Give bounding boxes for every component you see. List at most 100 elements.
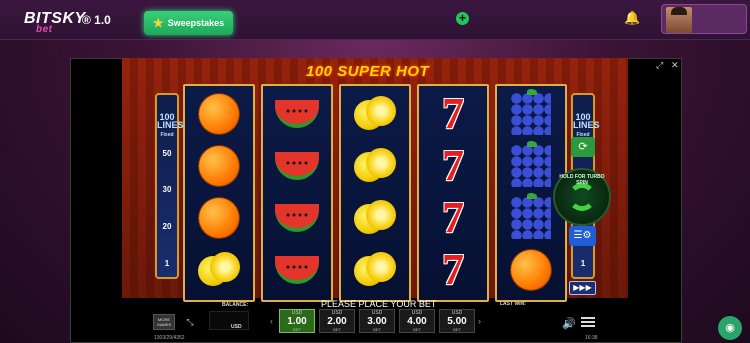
orange-icon (199, 198, 239, 238)
melon-icon (275, 152, 319, 180)
left-line-number: 30 (162, 185, 172, 194)
left-lines-sub: Fixed (160, 132, 174, 138)
lemon-icon (198, 250, 240, 290)
lemon-icon (354, 94, 396, 134)
orange-symbol (197, 196, 241, 240)
reel: 7777 (417, 84, 489, 302)
turbo-spin-button[interactable]: HOLD FOR TURBO SPIN (553, 168, 611, 226)
bet-option[interactable]: USD 1.00 BET (279, 309, 315, 333)
melon-icon (275, 256, 319, 284)
orange-icon (511, 250, 551, 290)
bet-next-arrow[interactable]: › (478, 316, 481, 326)
lemon-symbol (353, 196, 397, 240)
lemon-symbol (353, 248, 397, 292)
seven-symbol: 7 (431, 92, 475, 136)
bet-value: 5.00 (447, 316, 467, 327)
bet-option[interactable]: USD 4.00 BET (399, 309, 435, 333)
grapes-symbol (509, 141, 553, 188)
orange-symbol (197, 144, 241, 188)
lemon-icon (354, 250, 396, 290)
bet-label: BET (373, 327, 381, 332)
autoplay-icon[interactable]: ⟳ (571, 137, 595, 157)
balance-display: USD (209, 311, 249, 330)
logo-text: BITSKY (24, 10, 86, 27)
game-title: 100 SUPER HOT (306, 63, 430, 80)
close-icon[interactable]: ✕ (671, 60, 679, 71)
more-games-label: MORE GAMES (156, 317, 172, 327)
bet-value: 3.00 (367, 316, 387, 327)
grapes-icon (511, 193, 551, 239)
reel (183, 84, 255, 302)
add-funds-icon[interactable]: + (456, 12, 469, 25)
fast-forward-icon[interactable]: ▶▶▶ (569, 281, 596, 295)
seven-icon: 7 (442, 141, 464, 190)
bet-option[interactable]: USD 3.00 BET (359, 309, 395, 333)
spin-arrows-icon (568, 183, 596, 211)
melon-symbol (275, 248, 319, 292)
avatar-image (666, 7, 692, 33)
orange-icon (199, 94, 239, 134)
brand-logo[interactable]: BITSKY bet (24, 10, 86, 35)
bet-label: BET (413, 327, 421, 332)
melon-symbol (275, 144, 319, 188)
balance-currency: USD (231, 324, 242, 330)
melon-icon (275, 100, 319, 128)
left-lines-title: 100 LINES (157, 112, 184, 130)
bet-prev-arrow[interactable]: ‹ (270, 316, 273, 326)
left-line-number: 1 (164, 259, 170, 268)
lemon-icon (354, 146, 396, 186)
status-message: PLEASE PLACE YOUR BET (321, 299, 437, 309)
menu-icon[interactable] (581, 317, 595, 327)
left-lines-panel: 100 LINES Fixed 50 30 20 1 (155, 93, 184, 279)
bet-value: 1.00 (287, 316, 307, 327)
turbo-text: HOLD FOR TURBO SPIN (559, 174, 605, 186)
sweepstakes-label: Sweepstakes (167, 18, 225, 28)
seven-icon: 7 (442, 193, 464, 242)
right-lines-title: 100 LINES (573, 112, 600, 130)
clock-time: 16:38 (585, 335, 598, 341)
bet-value: 4.00 (407, 316, 427, 327)
reel (261, 84, 333, 302)
bet-value: 2.00 (327, 316, 347, 327)
version-label: ® 1.0 (82, 13, 111, 27)
left-line-number: 20 (162, 222, 172, 231)
sound-icon[interactable]: 🔊 (562, 317, 576, 330)
logo-subtext: bet (36, 24, 53, 35)
orange-icon (199, 146, 239, 186)
grapes-symbol (509, 89, 553, 136)
fullscreen-icon[interactable]: ⤢ (656, 60, 663, 71)
bell-icon[interactable]: 🔔 (624, 10, 640, 25)
melon-symbol (275, 92, 319, 136)
bet-label: BET (333, 327, 341, 332)
grapes-icon (511, 89, 551, 135)
chat-support-icon[interactable]: ◉ (718, 316, 742, 340)
sweepstakes-button[interactable]: ★ Sweepstakes (144, 11, 233, 35)
melon-symbol (275, 196, 319, 240)
settings-icon[interactable]: ☰⚙ (569, 226, 596, 246)
user-avatar[interactable] (661, 4, 747, 34)
seven-symbol: 7 (431, 248, 475, 292)
bet-option[interactable]: USD 5.00 BET (439, 309, 475, 333)
seven-icon: 7 (442, 245, 464, 294)
melon-icon (275, 204, 319, 232)
grapes-symbol (509, 193, 553, 240)
orange-symbol (197, 92, 241, 136)
lemon-symbol (353, 92, 397, 136)
balance-label: BALANCE: (222, 302, 249, 308)
grapes-icon (511, 141, 551, 187)
top-bar: BITSKY bet ® 1.0 ★ Sweepstakes + 🔔 (0, 0, 750, 40)
bet-label: BET (293, 327, 301, 332)
left-line-number: 50 (162, 149, 172, 158)
bet-option[interactable]: USD 2.00 BET (319, 309, 355, 333)
seven-symbol: 7 (431, 144, 475, 188)
more-games-button[interactable]: MORE GAMES (153, 314, 175, 330)
reel (339, 84, 411, 302)
seven-icon: 7 (442, 89, 464, 138)
lemon-symbol (353, 144, 397, 188)
right-line-number: 1 (580, 259, 586, 268)
expand-icon[interactable]: ⤡ (183, 317, 197, 329)
lemon-icon (354, 198, 396, 238)
orange-symbol (509, 248, 553, 292)
ticket-id: 1303/29/4352 (154, 335, 185, 341)
bet-label: BET (453, 327, 461, 332)
